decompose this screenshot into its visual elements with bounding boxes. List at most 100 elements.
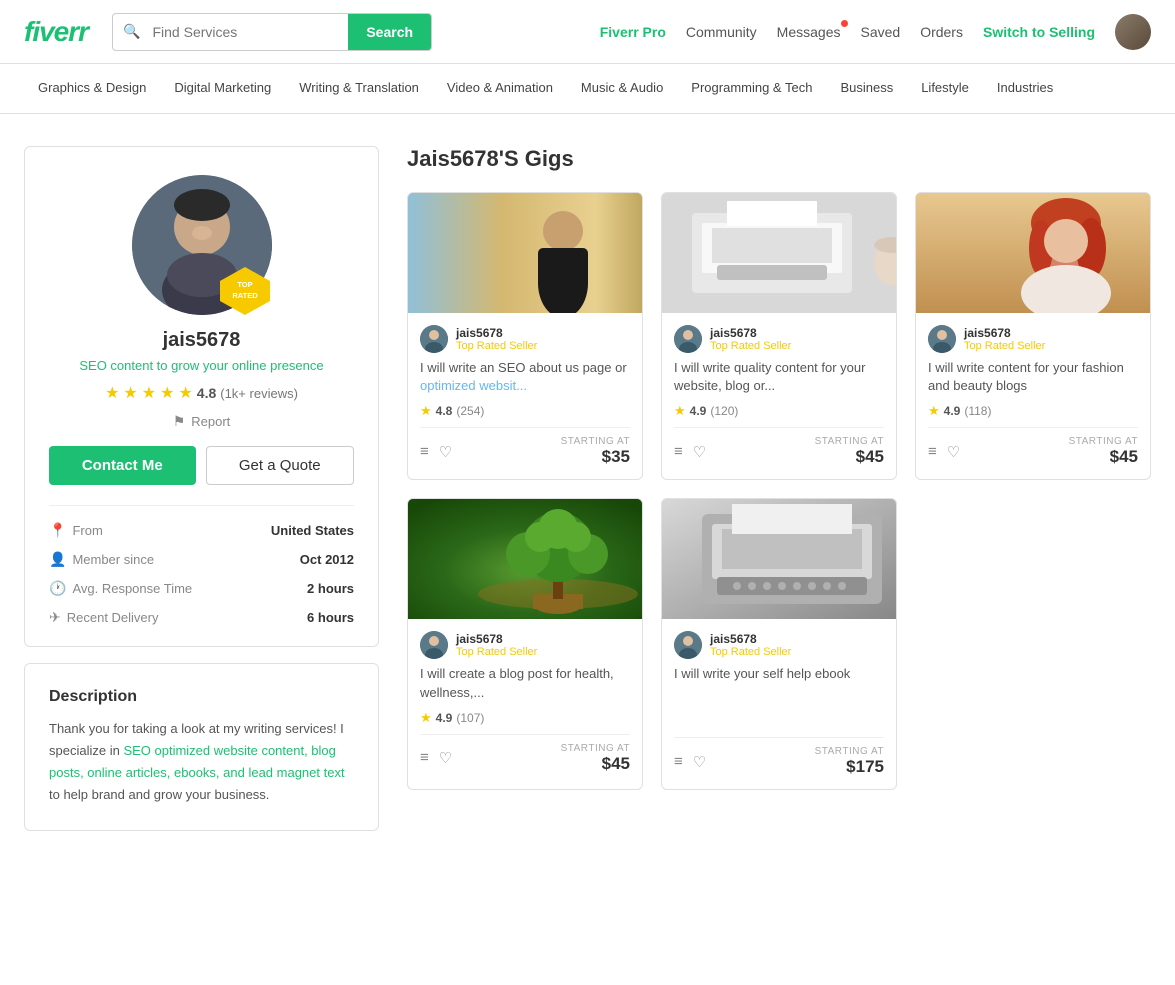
seller-row-1: jais5678 Top Rated Seller: [420, 325, 630, 353]
seller-name-4: jais5678: [456, 632, 537, 646]
gig-rating-count-3: (118): [964, 404, 991, 418]
gig-thumb-4: [408, 499, 642, 619]
gig-title-2: I will write quality content for your we…: [674, 359, 884, 395]
gig-title-5: I will write your self help ebook: [674, 665, 884, 701]
profile-details: 📍 From United States 👤 Member since Oct …: [49, 505, 354, 626]
seller-level-4: Top Rated Seller: [456, 646, 537, 658]
gig-link-1[interactable]: optimized websit...: [420, 378, 527, 393]
gig-card-4[interactable]: jais5678 Top Rated Seller I will create …: [407, 498, 643, 790]
location-icon: 📍: [49, 522, 66, 539]
cat-writing-translation[interactable]: Writing & Translation: [285, 64, 433, 113]
header: fiverr 🔍 Search Fiverr Pro Community Mes…: [0, 0, 1175, 64]
gig-thumb-1: [408, 193, 642, 313]
starting-at-label-5: STARTING AT: [815, 746, 884, 757]
gig-star-2: ★: [674, 403, 686, 419]
nav-fiverr-pro[interactable]: Fiverr Pro: [600, 24, 666, 40]
gig-footer-icons-1: ≡ ♡: [420, 443, 452, 461]
nav-orders[interactable]: Orders: [920, 24, 963, 40]
cat-programming-tech[interactable]: Programming & Tech: [677, 64, 826, 113]
gig-menu-icon-2[interactable]: ≡: [674, 443, 683, 461]
cat-music-audio[interactable]: Music & Audio: [567, 64, 677, 113]
gig-menu-icon-1[interactable]: ≡: [420, 443, 429, 461]
seller-info-3: jais5678 Top Rated Seller: [964, 326, 1045, 352]
gig-heart-icon-2[interactable]: ♡: [693, 443, 706, 461]
gig-heart-icon-1[interactable]: ♡: [439, 443, 452, 461]
seller-row-4: jais5678 Top Rated Seller: [420, 631, 630, 659]
star-3: ★: [142, 383, 156, 403]
gig-body-5: jais5678 Top Rated Seller I will write y…: [662, 619, 896, 789]
profile-review-count: (1k+ reviews): [220, 386, 298, 401]
gig-menu-icon-4[interactable]: ≡: [420, 749, 429, 767]
gig-title-3: I will write content for your fashion an…: [928, 359, 1138, 395]
delivery-icon: ✈: [49, 609, 61, 626]
gig-price-area-1: STARTING AT $35: [561, 436, 630, 467]
description-title: Description: [49, 688, 354, 706]
gig-body-1: jais5678 Top Rated Seller I will write a…: [408, 313, 642, 479]
profile-rating-num: 4.8: [197, 385, 216, 401]
star-1: ★: [105, 383, 119, 403]
category-nav: Graphics & Design Digital Marketing Writ…: [0, 64, 1175, 114]
gig-price-area-2: STARTING AT $45: [815, 436, 884, 467]
gig-heart-icon-3[interactable]: ♡: [947, 443, 960, 461]
clock-icon: 🕐: [49, 580, 66, 597]
search-button[interactable]: Search: [348, 14, 431, 50]
star-4: ★: [160, 383, 174, 403]
seller-name-5: jais5678: [710, 632, 791, 646]
report-row[interactable]: ⚑ Report: [173, 413, 231, 430]
member-label: 👤 Member since: [49, 551, 154, 568]
cat-digital-marketing[interactable]: Digital Marketing: [160, 64, 285, 113]
seller-avatar-1: [420, 325, 448, 353]
gig-image-2: [662, 193, 896, 313]
main-content: TOP RATED jais5678 SEO content to grow y…: [0, 114, 1175, 863]
nav-switch-selling[interactable]: Switch to Selling: [983, 24, 1095, 40]
cat-industries[interactable]: Industries: [983, 64, 1067, 113]
cat-lifestyle[interactable]: Lifestyle: [907, 64, 983, 113]
seller-level-2: Top Rated Seller: [710, 340, 791, 352]
get-quote-button[interactable]: Get a Quote: [206, 446, 355, 485]
seller-row-5: jais5678 Top Rated Seller: [674, 631, 884, 659]
gig-thumb-2: [662, 193, 896, 313]
search-icon: 🔍: [113, 23, 140, 40]
star-2: ★: [123, 383, 137, 403]
detail-member: 👤 Member since Oct 2012: [49, 551, 354, 568]
seller-info-5: jais5678 Top Rated Seller: [710, 632, 791, 658]
star-half: ★: [178, 383, 192, 403]
gig-menu-icon-3[interactable]: ≡: [928, 443, 937, 461]
gig-heart-icon-5[interactable]: ♡: [693, 753, 706, 771]
profile-rating-row: ★ ★ ★ ★ ★ 4.8 (1k+ reviews): [105, 383, 298, 403]
gig-card-3[interactable]: jais5678 Top Rated Seller I will write c…: [915, 192, 1151, 480]
gig-price-4: $45: [602, 754, 630, 774]
gig-title-4: I will create a blog post for health, we…: [420, 665, 630, 701]
report-label: Report: [191, 414, 230, 429]
gig-footer-icons-5: ≡ ♡: [674, 753, 706, 771]
gig-price-3: $45: [1110, 447, 1138, 467]
nav-saved[interactable]: Saved: [860, 24, 900, 40]
nav-community[interactable]: Community: [686, 24, 757, 40]
gig-card-5[interactable]: jais5678 Top Rated Seller I will write y…: [661, 498, 897, 790]
cat-graphics-design[interactable]: Graphics & Design: [24, 64, 160, 113]
search-bar: 🔍 Search: [112, 13, 432, 51]
search-input[interactable]: [140, 14, 348, 50]
gig-menu-icon-5[interactable]: ≡: [674, 753, 683, 771]
gig-heart-icon-4[interactable]: ♡: [439, 749, 452, 767]
gig-card-2[interactable]: jais5678 Top Rated Seller I will write q…: [661, 192, 897, 480]
cat-video-animation[interactable]: Video & Animation: [433, 64, 567, 113]
gig-thumb-5: [662, 499, 896, 619]
gig-body-3: jais5678 Top Rated Seller I will write c…: [916, 313, 1150, 479]
gig-price-2: $45: [856, 447, 884, 467]
delivery-value: 6 hours: [307, 610, 354, 625]
gig-footer-2: ≡ ♡ STARTING AT $45: [674, 427, 884, 467]
cat-business[interactable]: Business: [826, 64, 907, 113]
gig-card-1[interactable]: jais5678 Top Rated Seller I will write a…: [407, 192, 643, 480]
logo[interactable]: fiverr: [24, 16, 88, 48]
user-avatar[interactable]: [1115, 14, 1151, 50]
starting-at-label-4: STARTING AT: [561, 743, 630, 754]
detail-delivery: ✈ Recent Delivery 6 hours: [49, 609, 354, 626]
contact-me-button[interactable]: Contact Me: [49, 446, 196, 485]
nav-messages[interactable]: Messages: [777, 24, 841, 40]
gig-body-4: jais5678 Top Rated Seller I will create …: [408, 619, 642, 785]
gig-rating-count-1: (254): [456, 404, 484, 418]
seller-level-3: Top Rated Seller: [964, 340, 1045, 352]
gig-star-1: ★: [420, 403, 432, 419]
profile-avatar-wrap: TOP RATED: [132, 175, 272, 315]
